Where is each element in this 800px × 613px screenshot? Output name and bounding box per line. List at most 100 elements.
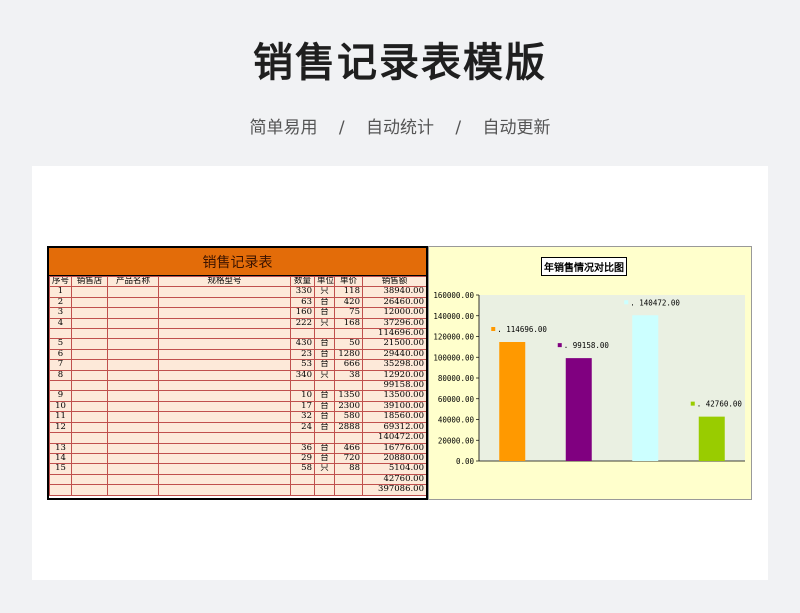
table-cell[interactable]: 2888 — [334, 421, 363, 434]
table-cell[interactable] — [158, 307, 291, 319]
table-cell[interactable]: 10 — [49, 400, 72, 413]
table-cell[interactable]: 9 — [49, 390, 72, 402]
table-cell[interactable]: 29 — [290, 452, 315, 465]
table-cell[interactable]: 11 — [49, 411, 72, 423]
table-cell[interactable]: 39100.00 — [362, 400, 426, 413]
table-cell[interactable] — [107, 390, 159, 402]
table-cell[interactable] — [290, 432, 315, 444]
table-cell[interactable]: 18560.00 — [362, 411, 426, 423]
table-cell[interactable]: 420 — [334, 296, 363, 309]
table-cell[interactable] — [314, 328, 335, 340]
table-cell[interactable]: 台 — [314, 390, 335, 402]
table-cell[interactable] — [107, 421, 159, 434]
table-cell[interactable] — [290, 380, 315, 392]
table-cell[interactable] — [71, 463, 108, 475]
table-cell[interactable]: 只 — [314, 369, 335, 382]
table-cell[interactable]: 3 — [49, 307, 72, 319]
table-cell[interactable] — [71, 473, 108, 486]
table-cell[interactable] — [290, 328, 315, 340]
table-cell[interactable]: 台 — [314, 359, 335, 371]
table-cell[interactable] — [290, 484, 315, 496]
table-cell[interactable] — [314, 432, 335, 444]
table-cell[interactable] — [158, 442, 291, 454]
table-cell[interactable]: 35298.00 — [362, 359, 426, 371]
table-cell[interactable] — [158, 328, 291, 340]
table-cell[interactable] — [158, 348, 291, 361]
table-cell[interactable]: 只 — [314, 317, 335, 330]
table-cell[interactable] — [71, 390, 108, 402]
table-cell[interactable] — [71, 296, 108, 309]
table-cell[interactable] — [107, 296, 159, 309]
table-cell[interactable]: 160 — [290, 307, 315, 319]
table-cell[interactable] — [71, 484, 108, 496]
table-cell[interactable]: 2300 — [334, 400, 363, 413]
table-cell[interactable] — [107, 411, 159, 423]
table-cell[interactable] — [158, 369, 291, 382]
table-cell[interactable] — [334, 380, 363, 392]
table-cell[interactable] — [334, 328, 363, 340]
table-cell[interactable]: 58 — [290, 463, 315, 475]
table-cell[interactable]: 13 — [49, 442, 72, 454]
table-cell[interactable] — [71, 317, 108, 330]
table-cell[interactable]: 330 — [290, 286, 315, 298]
table-cell[interactable]: 222 — [290, 317, 315, 330]
table-cell[interactable]: 14 — [49, 452, 72, 465]
table-cell[interactable] — [290, 473, 315, 486]
table-cell[interactable] — [49, 473, 72, 486]
table-cell[interactable]: 台 — [314, 452, 335, 465]
table-cell[interactable]: 台 — [314, 400, 335, 413]
table-cell[interactable] — [158, 421, 291, 434]
table-cell[interactable]: 2 — [49, 296, 72, 309]
table-cell[interactable]: 8 — [49, 369, 72, 382]
table-cell[interactable] — [158, 380, 291, 392]
table-cell[interactable] — [107, 380, 159, 392]
table-cell[interactable]: 1350 — [334, 390, 363, 402]
table-cell[interactable] — [158, 452, 291, 465]
table-cell[interactable] — [158, 463, 291, 475]
table-cell[interactable]: 台 — [314, 442, 335, 454]
table-cell[interactable]: 5 — [49, 338, 72, 350]
table-cell[interactable] — [107, 307, 159, 319]
table-cell[interactable] — [71, 400, 108, 413]
table-cell[interactable] — [71, 307, 108, 319]
table-cell[interactable]: 37296.00 — [362, 317, 426, 330]
table-cell[interactable] — [71, 338, 108, 350]
table-cell[interactable]: 38 — [334, 369, 363, 382]
table-cell[interactable]: 466 — [334, 442, 363, 454]
table-cell[interactable] — [314, 484, 335, 496]
table-cell[interactable]: 32 — [290, 411, 315, 423]
table-cell[interactable] — [107, 338, 159, 350]
table-cell[interactable] — [334, 432, 363, 444]
table-cell[interactable] — [71, 286, 108, 298]
table-cell[interactable]: 720 — [334, 452, 363, 465]
table-cell[interactable] — [158, 296, 291, 309]
table-cell[interactable]: 台 — [314, 411, 335, 423]
table-cell[interactable] — [158, 473, 291, 486]
table-cell[interactable] — [107, 400, 159, 413]
table-cell[interactable]: 26460.00 — [362, 296, 426, 309]
table-cell[interactable]: 只 — [314, 286, 335, 298]
table-cell[interactable]: 21500.00 — [362, 338, 426, 350]
table-cell[interactable] — [158, 338, 291, 350]
table-cell[interactable] — [158, 286, 291, 298]
table-cell[interactable] — [158, 432, 291, 444]
table-cell[interactable]: 24 — [290, 421, 315, 434]
table-cell[interactable]: 38940.00 — [362, 286, 426, 298]
table-cell[interactable] — [107, 359, 159, 371]
table-cell[interactable] — [71, 442, 108, 454]
table-cell[interactable]: 168 — [334, 317, 363, 330]
table-cell[interactable]: 63 — [290, 296, 315, 309]
table-cell[interactable]: 5104.00 — [362, 463, 426, 475]
table-cell[interactable] — [107, 463, 159, 475]
table-cell[interactable]: 69312.00 — [362, 421, 426, 434]
table-cell[interactable]: 20880.00 — [362, 452, 426, 465]
table-cell[interactable] — [158, 484, 291, 496]
table-cell[interactable] — [71, 359, 108, 371]
table-cell[interactable] — [107, 348, 159, 361]
table-cell[interactable]: 118 — [334, 286, 363, 298]
table-cell[interactable]: 17 — [290, 400, 315, 413]
table-cell[interactable] — [71, 348, 108, 361]
table-cell[interactable]: 1280 — [334, 348, 363, 361]
table-cell[interactable]: 15 — [49, 463, 72, 475]
table-cell[interactable] — [49, 380, 72, 392]
